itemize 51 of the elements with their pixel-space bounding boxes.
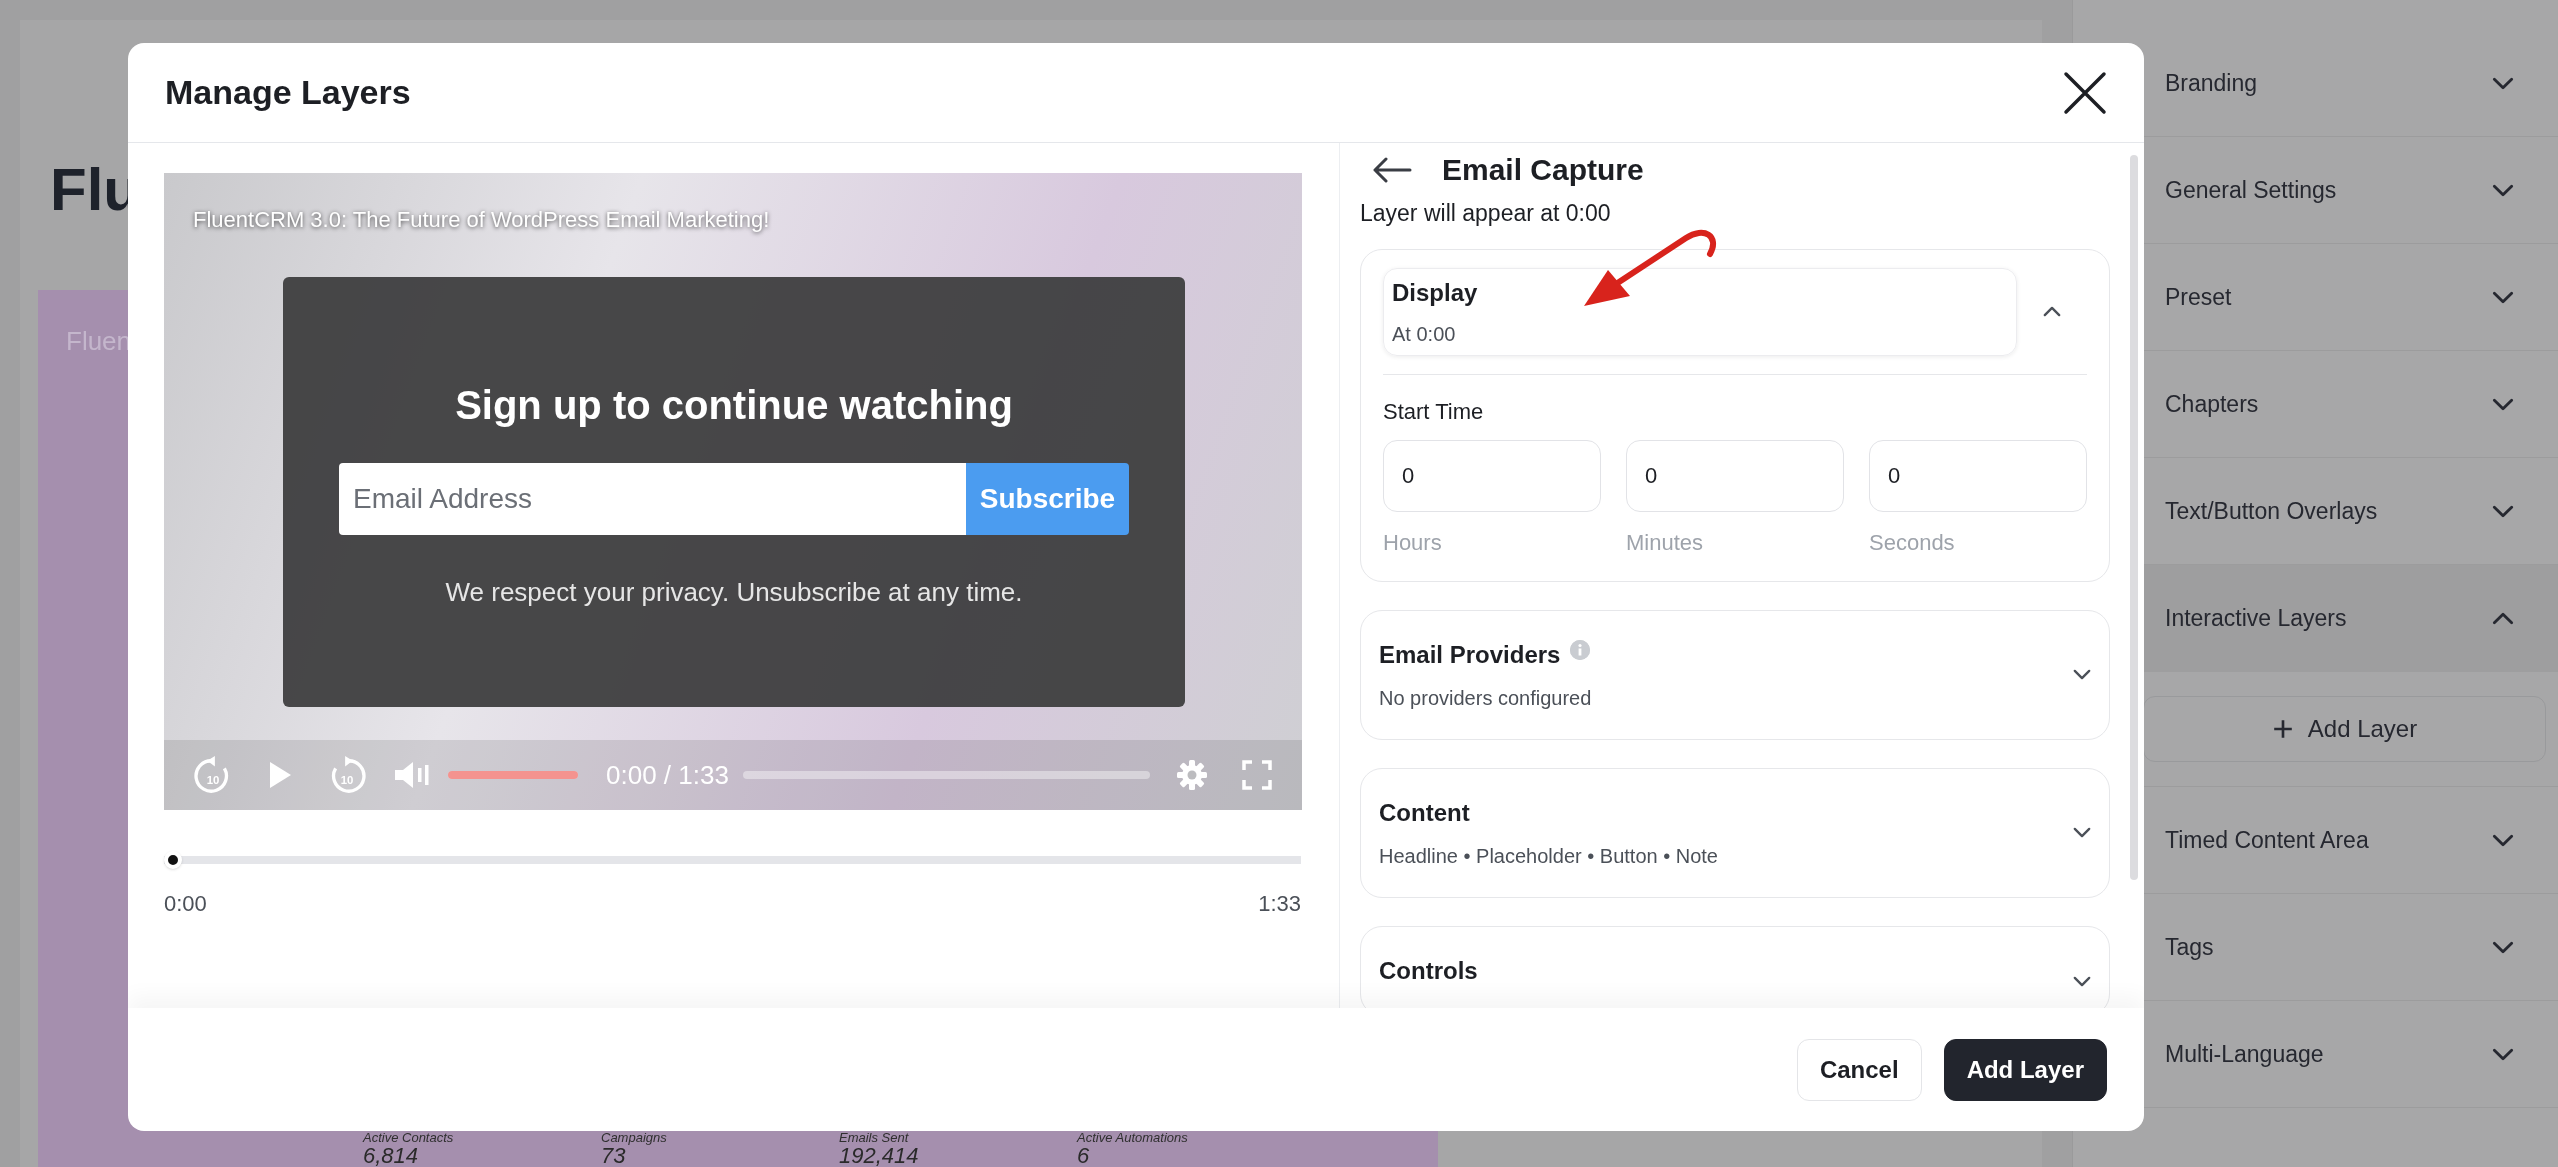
section-title[interactable]: Content <box>1379 794 1470 831</box>
chevron-down-icon[interactable] <box>2492 183 2514 197</box>
number-field[interactable]: 0 <box>1626 439 1844 512</box>
back-arrow-icon[interactable] <box>1372 156 1412 183</box>
number-field[interactable]: 0 <box>1869 439 2087 512</box>
section-summary: No providers configured <box>1379 685 1592 711</box>
chevron-down-icon[interactable] <box>2492 397 2514 411</box>
stat-label: Emails Sent <box>839 1131 909 1145</box>
chevron-down-icon[interactable] <box>2492 504 2514 518</box>
end-time: 1:33 <box>1258 890 1301 918</box>
field-label: Start Time <box>1383 397 1484 426</box>
close-icon[interactable] <box>2063 70 2107 115</box>
chevron-down-icon[interactable] <box>2073 976 2091 987</box>
chevron-down-icon[interactable] <box>2492 1047 2514 1061</box>
stat-label: Active Automations <box>1077 1131 1188 1145</box>
section-summary: Headline • Placeholder • Button • Note <box>1379 843 1718 869</box>
number-field[interactable]: 0 <box>1383 439 1601 512</box>
panel-subtitle: Layer will appear at 0:00 <box>1360 199 1611 228</box>
chevron-down-icon[interactable] <box>2073 827 2091 838</box>
panel-title: Email Capture <box>1442 152 1644 188</box>
add-layer-button[interactable]: Add Layer <box>1943 1038 2107 1101</box>
cancel-button[interactable]: Cancel <box>1796 1038 1922 1101</box>
chevron-down-icon[interactable] <box>2073 669 2091 680</box>
stat-value: 6,814 <box>363 1145 419 1167</box>
chevron-down-icon[interactable] <box>2492 290 2514 304</box>
chevron-down-icon[interactable] <box>2492 940 2514 954</box>
stat-label: Campaigns <box>601 1131 667 1145</box>
video-title: FluentCRM 3.0: The Future of WordPress Email Marketing! <box>193 206 770 236</box>
privacy-note: We respect your privacy. Unsubscribe at any time. <box>445 576 1023 609</box>
chevron-up-icon[interactable] <box>2043 306 2061 317</box>
stat-label: Active Contacts <box>363 1131 454 1145</box>
volume-slider[interactable] <box>448 771 578 779</box>
scrollbar[interactable] <box>2130 155 2138 880</box>
time-display: 0:00 / 1:33 <box>606 758 729 792</box>
chevron-down-icon[interactable] <box>2492 833 2514 847</box>
section-header[interactable]: Display At 0:00 <box>1383 267 2017 356</box>
plus-icon <box>2271 718 2294 740</box>
chevron-down-icon[interactable] <box>2492 76 2514 90</box>
field-caption: Minutes <box>1626 528 1704 557</box>
signup-headline: Sign up to continue watching <box>455 382 1013 429</box>
stat-value: 6 <box>1077 1145 1090 1167</box>
field-caption: Seconds <box>1869 528 1955 557</box>
chevron-up-icon[interactable] <box>2492 612 2514 625</box>
start-time: 0:00 <box>164 890 207 918</box>
field-caption: Hours <box>1383 528 1442 557</box>
section-title[interactable]: Controls <box>1379 952 1478 989</box>
stat-value: 192,414 <box>839 1145 919 1167</box>
dialog-title: Manage Layers <box>165 72 411 113</box>
email-field[interactable]: Email Address <box>339 463 966 535</box>
stat-value: 73 <box>601 1145 626 1167</box>
section-title[interactable]: Email Providers <box>1379 636 1561 673</box>
